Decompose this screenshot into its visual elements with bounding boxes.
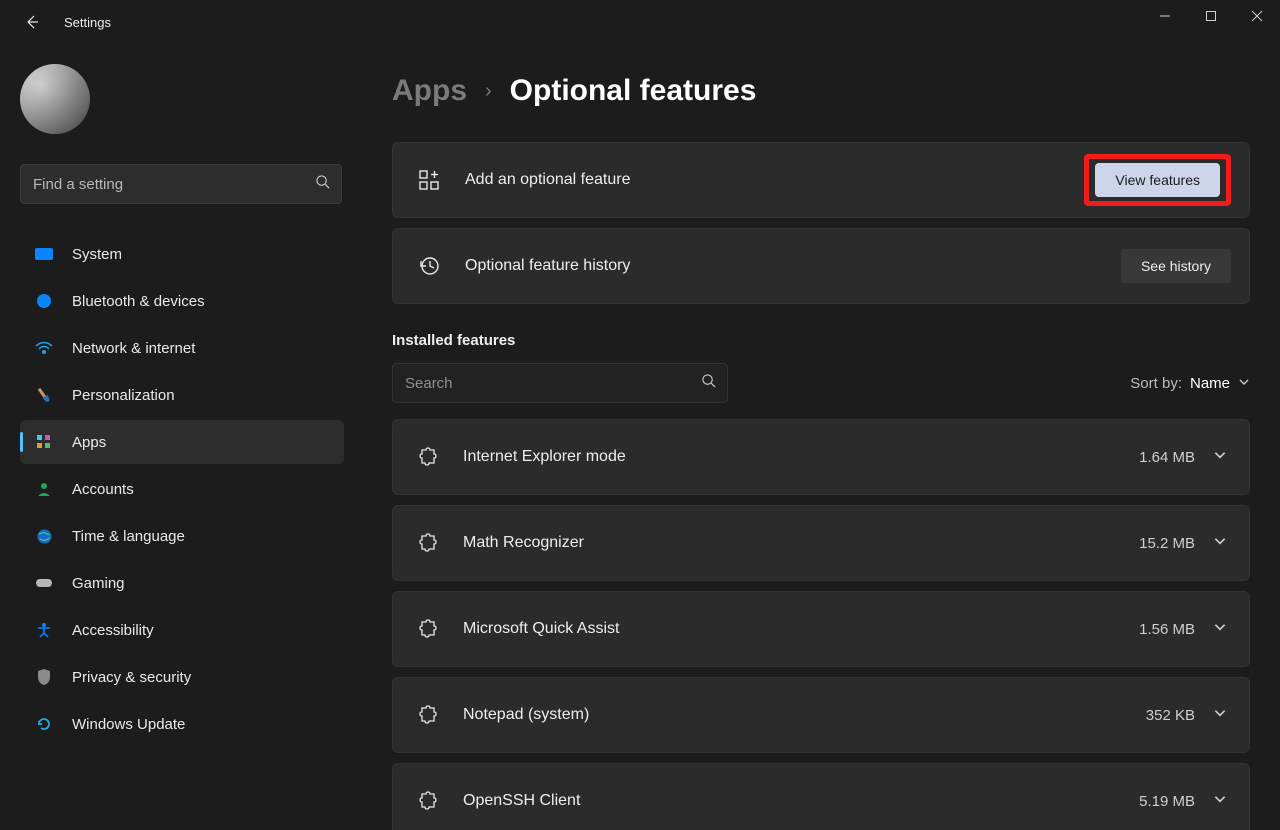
breadcrumb: Apps › Optional features — [392, 74, 1250, 108]
history-icon — [417, 254, 441, 278]
nav-label: Gaming — [72, 575, 125, 592]
puzzle-icon — [417, 704, 439, 726]
nav-bluetooth[interactable]: Bluetooth & devices — [20, 279, 344, 323]
puzzle-icon — [417, 446, 439, 468]
feature-name: Math Recognizer — [463, 534, 1139, 552]
nav-update[interactable]: Windows Update — [20, 702, 344, 746]
add-grid-icon — [417, 168, 441, 192]
feature-size: 15.2 MB — [1139, 535, 1195, 552]
nav-label: Accounts — [72, 481, 134, 498]
see-history-button[interactable]: See history — [1121, 249, 1231, 283]
maximize-button[interactable] — [1188, 0, 1234, 32]
puzzle-icon — [417, 790, 439, 812]
view-features-highlight: View features — [1084, 154, 1231, 206]
settings-search-input[interactable] — [20, 164, 342, 204]
feature-size: 1.56 MB — [1139, 621, 1195, 638]
optional-feature-history-row: Optional feature history See history — [392, 228, 1250, 304]
nav-label: Apps — [72, 434, 106, 451]
shield-icon — [34, 667, 54, 687]
nav-system[interactable]: System — [20, 232, 344, 276]
features-search-input[interactable] — [392, 363, 728, 403]
system-icon — [34, 244, 54, 264]
page-title: Optional features — [510, 74, 757, 108]
nav-label: System — [72, 246, 122, 263]
history-label: Optional feature history — [465, 257, 1121, 275]
nav-time[interactable]: Time & language — [20, 514, 344, 558]
feature-size: 352 KB — [1146, 707, 1195, 724]
nav-accounts[interactable]: Accounts — [20, 467, 344, 511]
feature-row[interactable]: OpenSSH Client5.19 MB — [392, 763, 1250, 830]
chevron-down-icon — [1213, 448, 1227, 467]
add-optional-feature-row: Add an optional feature View features — [392, 142, 1250, 218]
feature-name: Microsoft Quick Assist — [463, 620, 1139, 638]
nav-accessibility[interactable]: Accessibility — [20, 608, 344, 652]
nav-label: Time & language — [72, 528, 185, 545]
feature-name: Internet Explorer mode — [463, 448, 1139, 466]
search-icon — [315, 174, 330, 194]
accessibility-icon — [34, 620, 54, 640]
feature-row[interactable]: Microsoft Quick Assist1.56 MB — [392, 591, 1250, 667]
brush-icon — [30, 381, 58, 409]
breadcrumb-parent[interactable]: Apps — [392, 74, 467, 108]
feature-row[interactable]: Notepad (system)352 KB — [392, 677, 1250, 753]
nav-network[interactable]: Network & internet — [20, 326, 344, 370]
nav-label: Bluetooth & devices — [72, 293, 205, 310]
update-icon — [34, 714, 54, 734]
window-title: Settings — [64, 15, 111, 30]
apps-icon — [34, 432, 54, 452]
add-feature-label: Add an optional feature — [465, 171, 1084, 189]
nav-privacy[interactable]: Privacy & security — [20, 655, 344, 699]
chevron-right-icon: › — [485, 80, 492, 103]
search-icon — [701, 373, 716, 393]
user-avatar[interactable] — [20, 64, 90, 134]
clock-globe-icon — [34, 526, 54, 546]
nav-personalization[interactable]: Personalization — [20, 373, 344, 417]
chevron-down-icon — [1213, 534, 1227, 553]
nav-label: Network & internet — [72, 340, 195, 357]
puzzle-icon — [417, 532, 439, 554]
chevron-down-icon — [1238, 375, 1250, 392]
feature-row[interactable]: Internet Explorer mode1.64 MB — [392, 419, 1250, 495]
feature-name: Notepad (system) — [463, 706, 1146, 724]
nav-label: Privacy & security — [72, 669, 191, 686]
nav-label: Windows Update — [72, 716, 185, 733]
nav-label: Accessibility — [72, 622, 154, 639]
sort-value: Name — [1190, 375, 1230, 392]
sort-dropdown[interactable]: Sort by: Name — [1130, 375, 1250, 392]
feature-row[interactable]: Math Recognizer15.2 MB — [392, 505, 1250, 581]
wifi-icon — [34, 338, 54, 358]
chevron-down-icon — [1213, 792, 1227, 811]
gamepad-icon — [34, 573, 54, 593]
sort-label: Sort by: — [1130, 375, 1182, 392]
minimize-button[interactable] — [1142, 0, 1188, 32]
close-button[interactable] — [1234, 0, 1280, 32]
chevron-down-icon — [1213, 620, 1227, 639]
back-button[interactable] — [20, 10, 44, 34]
nav-apps[interactable]: Apps — [20, 420, 344, 464]
bluetooth-icon — [34, 291, 54, 311]
nav-label: Personalization — [72, 387, 175, 404]
installed-features-heading: Installed features — [392, 332, 1250, 349]
accounts-icon — [34, 479, 54, 499]
feature-size: 1.64 MB — [1139, 449, 1195, 466]
nav-gaming[interactable]: Gaming — [20, 561, 344, 605]
view-features-button[interactable]: View features — [1095, 163, 1220, 197]
chevron-down-icon — [1213, 706, 1227, 725]
feature-size: 5.19 MB — [1139, 793, 1195, 810]
feature-name: OpenSSH Client — [463, 792, 1139, 810]
puzzle-icon — [417, 618, 439, 640]
